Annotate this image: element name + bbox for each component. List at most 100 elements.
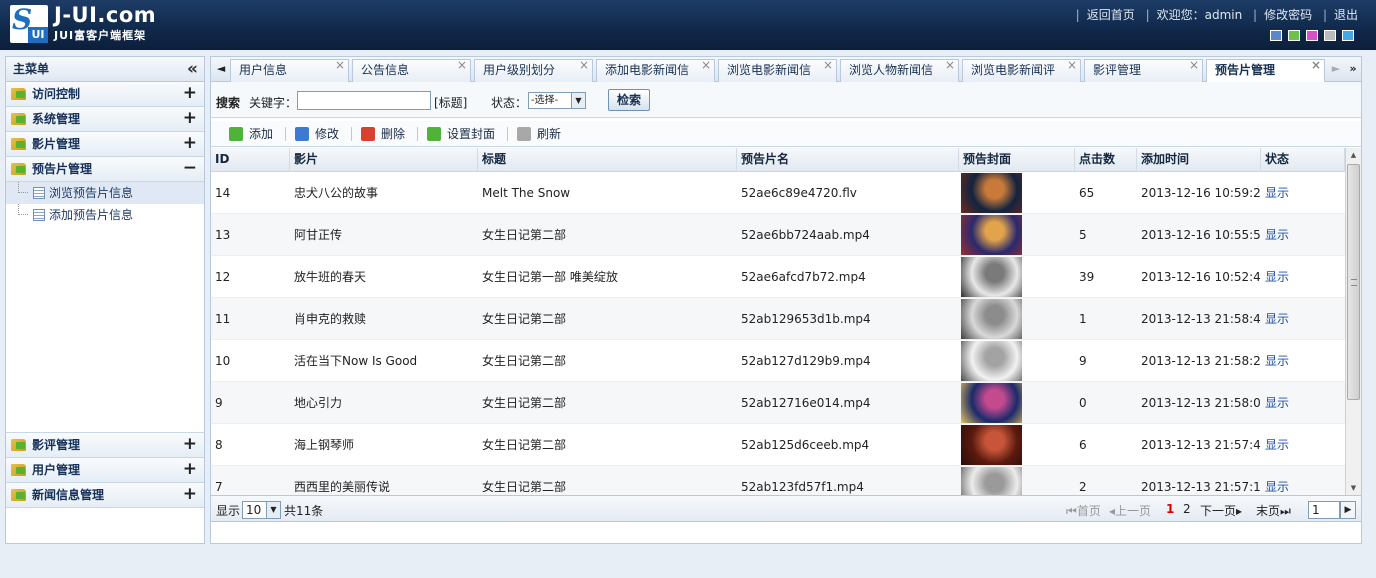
column-header[interactable]: ID [211, 148, 290, 172]
theme-swatch[interactable] [1324, 30, 1336, 41]
first-page-link[interactable]: ⏮首页 [1066, 502, 1101, 519]
theme-swatch[interactable] [1342, 30, 1354, 41]
sidebar-group[interactable]: 预告片管理 − [6, 157, 204, 182]
table-row[interactable]: 11 肖申克的救赎 女生日记第二部 52ab129653d1b.mp4 1 2013-12… [211, 298, 1345, 340]
table-row[interactable]: 7 西西里的美丽传说 女生日记第二部 52ab123fd57f1.mp4 2 2013-1… [211, 466, 1345, 495]
table-row[interactable]: 13 阿甘正传 女生日记第二部 52ae6bb724aab.mp4 5 2013-12-1… [211, 214, 1345, 256]
scroll-down-icon[interactable]: ▼ [1346, 481, 1361, 495]
logout-link[interactable]: 退出 [1334, 8, 1358, 22]
status-link[interactable]: 显示 [1261, 340, 1345, 382]
table-cell: 52ab12716e014.mp4 [741, 396, 871, 410]
close-tab-icon[interactable]: × [823, 60, 833, 76]
status-link[interactable]: 显示 [1261, 214, 1345, 256]
sidebar-item-add-trailer[interactable]: 添加预告片信息 [6, 204, 204, 226]
jump-go-icon[interactable]: ▶ [1340, 501, 1356, 519]
toolbar-divider [285, 127, 286, 141]
home-link[interactable]: 返回首页 [1087, 8, 1135, 22]
sidebar-group[interactable]: 系统管理 + [6, 107, 204, 132]
table-cell: 放牛班的春天 [294, 270, 367, 284]
scroll-up-icon[interactable]: ▲ [1346, 148, 1361, 162]
tab[interactable]: 浏览电影新闻评 × [962, 59, 1081, 82]
status-link[interactable]: 显示 [1261, 382, 1345, 424]
expand-icon[interactable]: + [183, 482, 197, 506]
sidebar-group-label: 用户管理 [32, 463, 81, 477]
prev-page-link[interactable]: ◂上一页 [1109, 502, 1151, 519]
theme-swatch[interactable] [1288, 30, 1300, 41]
tab-list-dropdown-icon[interactable]: » [1344, 59, 1362, 80]
edit-button[interactable]: 修改 [295, 125, 339, 143]
tab[interactable]: 浏览电影新闻信 × [718, 59, 837, 82]
tab-scroll-right-icon[interactable]: ► [1327, 59, 1345, 80]
close-tab-icon[interactable]: × [1311, 60, 1321, 76]
welcome-text: 欢迎您：admin [1156, 8, 1243, 22]
expand-icon[interactable]: + [183, 457, 197, 481]
last-page-link[interactable]: 末页⏭ [1256, 502, 1291, 519]
table-row[interactable]: 8 海上钢琴师 女生日记第二部 52ab125d6ceeb.mp4 6 2013-12-1… [211, 424, 1345, 466]
collapse-sidebar-icon[interactable]: « [187, 57, 198, 81]
column-header[interactable]: 预告封面 [959, 148, 1075, 172]
sidebar-group[interactable]: 影评管理 + [6, 433, 204, 458]
total-count: 共11条 [284, 504, 324, 518]
close-tab-icon[interactable]: × [457, 60, 467, 76]
table-row[interactable]: 9 地心引力 女生日记第二部 52ab12716e014.mp4 0 2013-12-13… [211, 382, 1345, 424]
column-header[interactable]: 影片 [290, 148, 478, 172]
change-password-link[interactable]: 修改密码 [1264, 8, 1312, 22]
theme-swatch[interactable] [1270, 30, 1282, 41]
tab[interactable]: 公告信息 × [352, 59, 471, 82]
close-tab-icon[interactable]: × [701, 60, 711, 76]
close-tab-icon[interactable]: × [1067, 60, 1077, 76]
close-tab-icon[interactable]: × [1189, 60, 1199, 76]
table-row[interactable]: 12 放牛班的春天 女生日记第一部 唯美绽放 52ae6afcd7b72.mp4 39 2… [211, 256, 1345, 298]
tab[interactable]: 添加电影新闻信 × [596, 59, 715, 82]
tab[interactable]: 浏览人物新闻信 × [840, 59, 959, 82]
column-header[interactable]: 点击数 [1075, 148, 1137, 172]
sidebar-group[interactable]: 影片管理 + [6, 132, 204, 157]
column-header[interactable]: 预告片名 [737, 148, 959, 172]
set-cover-button[interactable]: 设置封面 [427, 125, 495, 143]
page-number-1[interactable]: 1 [1166, 502, 1174, 516]
tab-scroll-left-icon[interactable]: ◄ [212, 59, 230, 80]
status-link[interactable]: 显示 [1261, 172, 1345, 214]
tab[interactable]: 用户级别划分 × [474, 59, 593, 82]
status-link[interactable]: 显示 [1261, 256, 1345, 298]
add-button[interactable]: 添加 [229, 125, 273, 143]
close-tab-icon[interactable]: × [945, 60, 955, 76]
table-row[interactable]: 14 忠犬八公的故事 Melt The Snow 52ae6c89e4720.flv 6… [211, 172, 1345, 214]
tab[interactable]: 用户信息 × [230, 59, 349, 82]
table-cell: 65 [1079, 186, 1095, 200]
table-scrollbar[interactable]: ▲ ▼ [1345, 148, 1361, 495]
next-page-link[interactable]: 下一页▸ [1200, 502, 1242, 519]
sidebar-item-browse-trailers[interactable]: 浏览预告片信息 [6, 182, 204, 204]
status-link[interactable]: 显示 [1261, 424, 1345, 466]
sidebar-group[interactable]: 访问控制 + [6, 82, 204, 107]
status-link[interactable]: 显示 [1261, 298, 1345, 340]
delete-button[interactable]: 删除 [361, 125, 405, 143]
collapse-icon[interactable]: − [183, 156, 197, 180]
table-row[interactable]: 10 活在当下Now Is Good 女生日记第二部 52ab127d129b9.mp… [211, 340, 1345, 382]
column-header[interactable]: 添加时间 [1137, 148, 1261, 172]
expand-icon[interactable]: + [183, 81, 197, 105]
column-header[interactable]: 状态 [1261, 148, 1345, 172]
scrollbar-thumb[interactable] [1347, 164, 1360, 400]
keyword-input[interactable] [297, 91, 431, 110]
tab[interactable]: 影评管理 × [1084, 59, 1203, 82]
status-link[interactable]: 显示 [1261, 466, 1345, 495]
sidebar-group[interactable]: 新闻信息管理 + [6, 483, 204, 508]
state-select[interactable]: -选择- ▼ [528, 92, 586, 109]
column-header[interactable]: 标题 [478, 148, 737, 172]
close-tab-icon[interactable]: × [579, 60, 589, 76]
add-button-label: 添加 [249, 127, 274, 141]
search-button[interactable]: 检索 [608, 89, 650, 111]
expand-icon[interactable]: + [183, 432, 197, 456]
theme-swatch[interactable] [1306, 30, 1318, 41]
page-size-select[interactable]: 10 ▼ [242, 501, 281, 519]
expand-icon[interactable]: + [183, 106, 197, 130]
folder-icon [11, 113, 26, 125]
sidebar-group[interactable]: 用户管理 + [6, 458, 204, 483]
expand-icon[interactable]: + [183, 131, 197, 155]
tab[interactable]: 预告片管理 × [1206, 59, 1325, 83]
close-tab-icon[interactable]: × [335, 60, 345, 76]
refresh-button[interactable]: 刷新 [517, 125, 561, 143]
page-number-2[interactable]: 2 [1183, 502, 1191, 516]
jump-page-input[interactable]: 1 [1308, 501, 1340, 519]
